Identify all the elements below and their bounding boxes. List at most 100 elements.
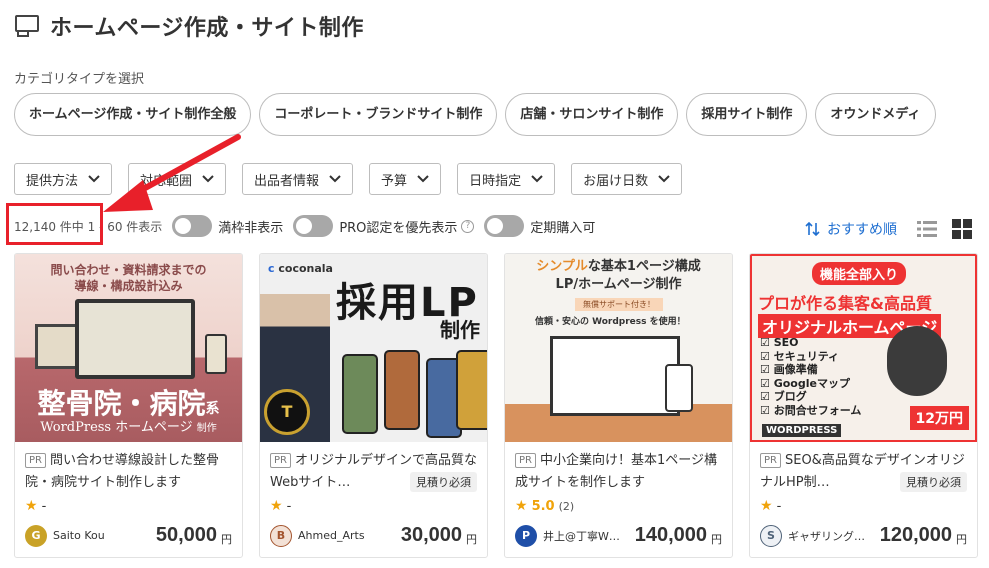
category-section-label: カテゴリタイプを選択 (14, 72, 145, 87)
toggle-pro-priority[interactable]: PRO認定を優先表示 ? (293, 215, 475, 237)
thumb-text: LP/ホームページ制作 (555, 277, 682, 292)
price-unit: 円 (711, 532, 722, 546)
thumb-text: WORDPRESS (762, 424, 842, 437)
category-pill-recruit[interactable]: 採用サイト制作 (686, 93, 808, 136)
thumb-text: ☑ ブログ (760, 390, 807, 403)
avatar[interactable]: G (25, 524, 47, 547)
filter-label: 予算 (381, 173, 408, 189)
rating-value: - (776, 498, 782, 514)
pr-badge: PR (760, 453, 781, 468)
thumb-text: 制作 (440, 318, 480, 342)
avatar[interactable]: S (760, 524, 782, 547)
thumb-text: 信頼・安心の Wordpress を使用！ (535, 317, 686, 327)
price: 50,000 (155, 524, 217, 546)
card-thumbnail[interactable]: 問い合わせ・資料請求までの 導線・構成設計込み 整骨院・病院系 WordPres… (15, 254, 242, 442)
category-pill-corporate[interactable]: コーポレート・ブランドサイト制作 (259, 93, 498, 136)
thumb-text: 画像準備 (773, 363, 818, 376)
card-title[interactable]: PR 中小企業向け！基本1ページ構成サイトを制作します (515, 450, 722, 494)
list-view-icon[interactable] (917, 219, 937, 239)
filter-label: 日時指定 (469, 173, 522, 189)
chevron-down-icon (658, 175, 670, 183)
filter-delivery-days[interactable]: お届け日数 (571, 163, 683, 195)
thumb-phone (665, 364, 693, 412)
price-unit: 円 (956, 532, 967, 546)
category-pill-owned-media[interactable]: オウンドメディ (815, 93, 936, 136)
price-unit: 円 (466, 532, 477, 546)
thumb-text: 系 (205, 401, 220, 417)
thumb-text: coconala (278, 262, 333, 275)
price: 120,000 (879, 524, 952, 546)
avatar[interactable]: B (270, 524, 292, 547)
thumb-text: シンプルな基本1ページ構成 LP/ホームページ制作 (505, 258, 732, 294)
seller-name[interactable]: 井上@丁寧W… (543, 528, 635, 544)
filter-seller-info[interactable]: 出品者情報 (242, 163, 354, 195)
star-icon: ★ (25, 498, 38, 514)
toggle-label: 定期購入可 (530, 220, 596, 236)
toggle-switch[interactable] (484, 215, 525, 237)
thumb-monitor (550, 336, 680, 416)
thumb-phone (205, 334, 227, 374)
estimate-required-badge: 見積り必須 (410, 472, 477, 492)
toggle-subscription[interactable]: 定期購入可 (484, 215, 595, 237)
service-card[interactable]: c coconala 採用LP 制作 T PR オリジナルデザインで高品質なWeb… (259, 253, 488, 558)
rating: ★ - (760, 497, 967, 515)
thumb-text: c (268, 262, 275, 275)
sort-label: おすすめ順 (827, 222, 897, 238)
seller-name[interactable]: Saito Kou (53, 529, 156, 542)
thumb-text: WordPress ホームページ 制作 (15, 416, 242, 435)
card-thumbnail[interactable]: 機能全部入り プロが作る集客&高品質 オリジナルホームページ ☑ SEO ☑ セ… (750, 254, 977, 442)
filter-date[interactable]: 日時指定 (457, 163, 556, 195)
thumb-text: ブログ (773, 390, 807, 403)
thumb-text: WordPress ホームページ (40, 420, 193, 435)
toggle-label: PRO認定を優先表示 (339, 220, 458, 236)
thumb-text: 問い合わせ・資料請求までの 導線・構成設計込み (50, 263, 207, 293)
filter-budget[interactable]: 予算 (369, 163, 442, 195)
thumb-text: Googleマップ (773, 376, 850, 390)
avatar[interactable]: P (515, 524, 537, 547)
star-icon: ★ (270, 498, 283, 514)
thumb-text: 無償サポート付き！ (575, 298, 663, 311)
sort-button[interactable]: おすすめ順 (805, 219, 897, 239)
toggle-switch[interactable] (293, 215, 334, 237)
service-card[interactable]: 問い合わせ・資料請求までの 導線・構成設計込み 整骨院・病院系 WordPres… (14, 253, 243, 558)
monitor-icon (15, 15, 39, 37)
card-title-text: 問い合わせ導線設計した整骨院・病院サイト制作します (25, 453, 219, 490)
service-card[interactable]: 機能全部入り プロが作る集客&高品質 オリジナルホームページ ☑ SEO ☑ セ… (749, 253, 978, 558)
category-pill-store[interactable]: 店舗・サロンサイト制作 (505, 93, 679, 136)
star-icon: ★ (515, 498, 528, 514)
filter-label: 出品者情報 (254, 173, 320, 189)
arrow-annotation (103, 134, 241, 212)
card-thumbnail[interactable]: シンプルな基本1ページ構成 LP/ホームページ制作 無償サポート付き！ 信頼・安心… (505, 254, 732, 442)
rating-value: 5.0 (531, 498, 555, 514)
seller-row: B Ahmed_Arts 30,000 円 (270, 524, 477, 547)
help-icon[interactable]: ? (461, 219, 475, 233)
seller-row: S ギャザリング… 120,000 円 (760, 524, 967, 547)
thumb-text: 制作 (196, 423, 217, 434)
service-card[interactable]: シンプルな基本1ページ構成 LP/ホームページ制作 無償サポート付き！ 信頼・安心… (504, 253, 733, 558)
rating: ★ - (270, 497, 477, 515)
filter-label: 提供方法 (26, 173, 79, 189)
thumb-dog (887, 326, 947, 396)
card-title[interactable]: PR 問い合わせ導線設計した整骨院・病院サイト制作します (25, 450, 232, 494)
thumb-monitor (75, 299, 195, 379)
card-body: PR 中小企業向け！基本1ページ構成サイトを制作します ★ 5.0 (2) (505, 442, 732, 515)
rating-value: - (41, 498, 47, 514)
seller-name[interactable]: Ahmed_Arts (298, 529, 401, 542)
thumb-text: ☑ Googleマップ (760, 376, 850, 390)
thumb-text: ☑ セキュリティ (760, 349, 840, 363)
card-title-text: 中小企業向け！基本1ページ構成サイトを制作します (515, 453, 717, 490)
thumb-logo: c coconala (268, 262, 333, 275)
thumb-badge: T (264, 389, 310, 435)
chevron-down-icon (531, 175, 543, 183)
thumb-text: SEO (773, 336, 799, 349)
thumb-text: お問合せフォーム (773, 403, 862, 417)
thumb-text: ☑ お問合せフォーム (760, 403, 862, 417)
card-thumbnail[interactable]: c coconala 採用LP 制作 T (260, 254, 487, 442)
seller-name[interactable]: ギャザリング… (788, 528, 880, 544)
chevron-down-icon (417, 175, 429, 183)
thumb-phone (384, 350, 420, 430)
thumb-text: プロが作る集客&高品質 (758, 294, 932, 313)
grid-view-icon[interactable] (952, 219, 972, 239)
seller-row: G Saito Kou 50,000 円 (25, 524, 232, 547)
pr-badge: PR (515, 453, 536, 468)
